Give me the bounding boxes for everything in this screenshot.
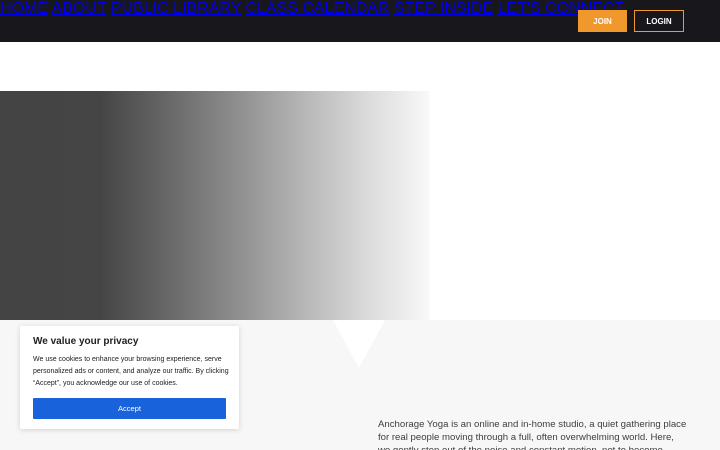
nav-link-public-library[interactable]: PUBLIC LIBRARY bbox=[111, 0, 241, 17]
section-pointer-triangle bbox=[333, 320, 385, 368]
cookie-consent-banner: We value your privacy We use cookies to … bbox=[20, 326, 239, 429]
join-button[interactable]: JOIN bbox=[578, 10, 627, 32]
nav-link-step-inside[interactable]: STEP INSIDE bbox=[394, 0, 493, 17]
cookie-banner-message: We use cookies to enhance your browsing … bbox=[33, 356, 229, 387]
site-header: HOME ABOUT PUBLIC LIBRARY CLASS CALENDAR… bbox=[0, 0, 720, 42]
hero-image bbox=[0, 91, 430, 320]
page: HOME ABOUT PUBLIC LIBRARY CLASS CALENDAR… bbox=[0, 0, 720, 450]
cookie-accept-button[interactable]: Accept bbox=[33, 398, 226, 419]
hero-blank-area bbox=[430, 91, 720, 320]
about-paragraph: Anchorage Yoga is an online and in-home … bbox=[378, 419, 687, 450]
nav-link-class-calendar[interactable]: CLASS CALENDAR bbox=[245, 0, 389, 17]
nav-link-home[interactable]: HOME bbox=[0, 0, 48, 17]
login-button[interactable]: LOGIN bbox=[634, 10, 684, 32]
cookie-banner-title: We value your privacy bbox=[33, 336, 139, 347]
nav-link-about[interactable]: ABOUT bbox=[52, 0, 107, 17]
